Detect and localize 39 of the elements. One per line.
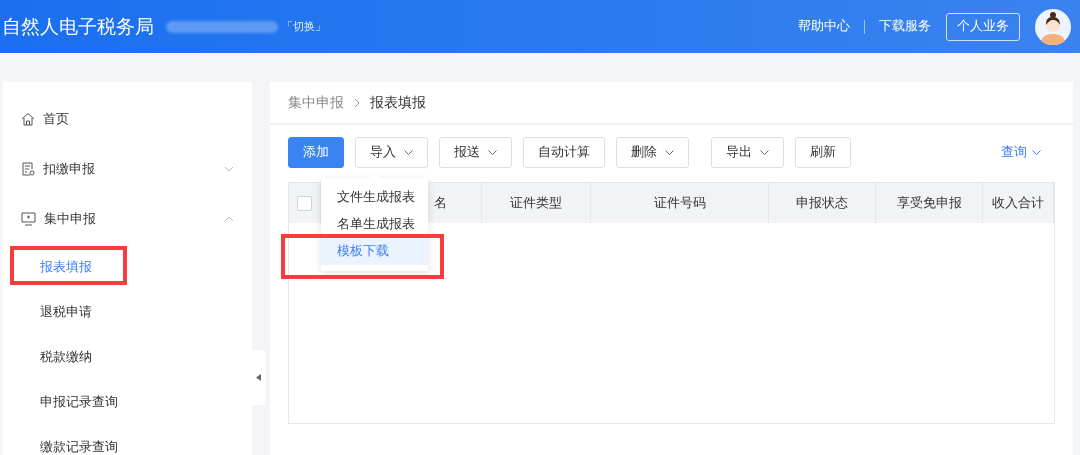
nav-subitem[interactable]: 报表填报: [40, 257, 92, 276]
switch-link[interactable]: 「切换」: [282, 19, 326, 34]
checkbox[interactable]: [297, 195, 312, 211]
avatar-icon[interactable]: [1034, 7, 1072, 46]
site-title: 自然人电子税务局: [2, 13, 154, 39]
menu-item[interactable]: 模板下载: [321, 238, 428, 265]
collapse-handle[interactable]: [252, 350, 265, 405]
header-link[interactable]: 帮助中心: [798, 18, 850, 35]
monitor-icon: [21, 212, 36, 226]
triangle-left-icon: [256, 374, 261, 381]
toolbar-button[interactable]: 报送: [439, 137, 512, 168]
home-icon: [21, 112, 35, 126]
column-header: 证件类型: [482, 183, 591, 223]
toolbar-button[interactable]: 刷新: [795, 137, 851, 168]
nav-subitem[interactable]: 申报记录查询: [40, 392, 118, 411]
header-link[interactable]: 下载服务: [879, 18, 931, 35]
nav-item[interactable]: 首页: [3, 94, 252, 144]
nav-item[interactable]: 集中申报: [3, 194, 252, 244]
column-header: 收入合计: [983, 183, 1054, 223]
chevron-right-icon: [354, 97, 360, 108]
nav-subitem[interactable]: 退税申请: [40, 302, 92, 321]
toolbar-button[interactable]: 导出: [711, 137, 784, 168]
account-button[interactable]: 个人业务: [946, 12, 1020, 41]
breadcrumb-item: 报表填报: [370, 93, 426, 112]
document-icon: [21, 162, 35, 176]
nav-subitem[interactable]: 税款缴纳: [40, 347, 92, 366]
nav-item[interactable]: 扣缴申报: [3, 144, 252, 194]
nav-subitem[interactable]: 缴款记录查询: [40, 437, 118, 455]
menu-item[interactable]: 文件生成报表: [321, 184, 428, 211]
query-link[interactable]: 查询: [1001, 144, 1041, 161]
caret-icon: [1032, 150, 1041, 155]
breadcrumb-item[interactable]: 集中申报: [288, 93, 344, 112]
toolbar-button[interactable]: 删除: [616, 137, 689, 168]
column-header: 享受免申报: [876, 183, 983, 223]
toolbar-button[interactable]: 添加: [288, 137, 344, 168]
column-header: 证件号码: [591, 183, 769, 223]
toolbar-button[interactable]: 自动计算: [523, 137, 605, 168]
column-header: 申报状态: [769, 183, 876, 223]
toolbar-button[interactable]: 导入: [355, 137, 428, 168]
